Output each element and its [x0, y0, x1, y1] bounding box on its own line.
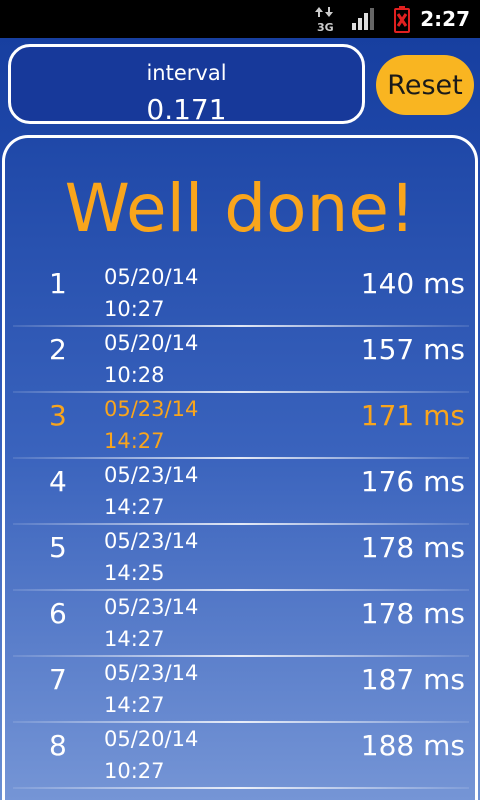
interval-label: interval — [146, 61, 227, 85]
score-date: 05/23/14 — [104, 463, 199, 487]
score-row: 2 05/20/14 10:28 157 ms — [5, 327, 475, 393]
score-list[interactable]: 1 05/20/14 10:27 140 ms 2 05/20/14 10:28 157 ms… — [5, 261, 475, 789]
score-row: 5 05/23/14 14:25 178 ms — [5, 525, 475, 591]
network-3g-icon: 3G — [310, 0, 342, 38]
score-value: 178 ms — [360, 597, 465, 630]
score-value: 140 ms — [360, 267, 465, 300]
score-time: 14:25 — [104, 561, 165, 585]
score-rank: 4 — [49, 465, 67, 498]
score-date: 05/20/14 — [104, 727, 199, 751]
score-value: 176 ms — [360, 465, 465, 498]
score-datetime: 05/20/14 10:27 — [104, 261, 198, 325]
score-row: 6 05/23/14 14:27 178 ms — [5, 591, 475, 657]
score-rank: 2 — [49, 333, 67, 366]
score-date: 05/23/14 — [104, 595, 199, 619]
score-value: 178 ms — [360, 531, 465, 564]
score-time: 10:27 — [104, 759, 165, 783]
score-rank: 8 — [49, 729, 67, 762]
score-date: 05/23/14 — [104, 661, 199, 685]
score-date: 05/20/14 — [104, 265, 199, 289]
result-title: Well done! — [64, 170, 416, 247]
reset-button[interactable]: Reset — [376, 55, 474, 115]
score-value: 188 ms — [360, 729, 465, 762]
clock: 2:27 — [420, 7, 470, 31]
interval-value: 0.171 — [146, 93, 227, 126]
score-datetime: 05/20/14 10:28 — [104, 327, 198, 391]
score-row: 7 05/23/14 14:27 187 ms — [5, 657, 475, 723]
score-date: 05/23/14 — [104, 397, 199, 421]
score-time: 14:27 — [104, 495, 165, 519]
score-datetime: 05/20/14 10:27 — [104, 723, 198, 787]
svg-text:3G: 3G — [317, 21, 334, 33]
results-panel: Well done! 1 05/20/14 10:27 140 ms 2 05/20/14… — [2, 135, 478, 800]
score-rank: 7 — [49, 663, 67, 696]
score-value: 157 ms — [360, 333, 465, 366]
status-bar: 3G 2:27 — [0, 0, 480, 38]
score-datetime: 05/23/14 14:27 — [104, 591, 198, 655]
score-rank: 3 — [49, 399, 67, 432]
score-datetime: 05/23/14 14:27 — [104, 393, 198, 457]
score-date: 05/20/14 — [104, 331, 199, 355]
score-time: 14:27 — [104, 693, 165, 717]
row-divider — [13, 787, 469, 789]
score-time: 10:27 — [104, 297, 165, 321]
score-value: 171 ms — [360, 399, 465, 432]
score-rank: 1 — [49, 267, 67, 300]
score-row: 8 05/20/14 10:27 188 ms — [5, 723, 475, 789]
score-row: 1 05/20/14 10:27 140 ms — [5, 261, 475, 327]
battery-alert-icon — [388, 0, 416, 38]
app-content: interval 0.171 Reset Well done! 1 05/20/1… — [0, 38, 480, 800]
score-rank: 6 — [49, 597, 67, 630]
signal-icon — [348, 0, 380, 38]
score-row: 4 05/23/14 14:27 176 ms — [5, 459, 475, 525]
score-row: 3 05/23/14 14:27 171 ms — [5, 393, 475, 459]
interval-display: interval 0.171 — [8, 44, 365, 126]
score-time: 10:28 — [104, 363, 165, 387]
score-date: 05/23/14 — [104, 529, 199, 553]
score-value: 187 ms — [360, 663, 465, 696]
score-datetime: 05/23/14 14:27 — [104, 657, 198, 721]
score-rank: 5 — [49, 531, 67, 564]
score-datetime: 05/23/14 14:25 — [104, 525, 198, 589]
score-time: 14:27 — [104, 429, 165, 453]
score-datetime: 05/23/14 14:27 — [104, 459, 198, 523]
score-time: 14:27 — [104, 627, 165, 651]
